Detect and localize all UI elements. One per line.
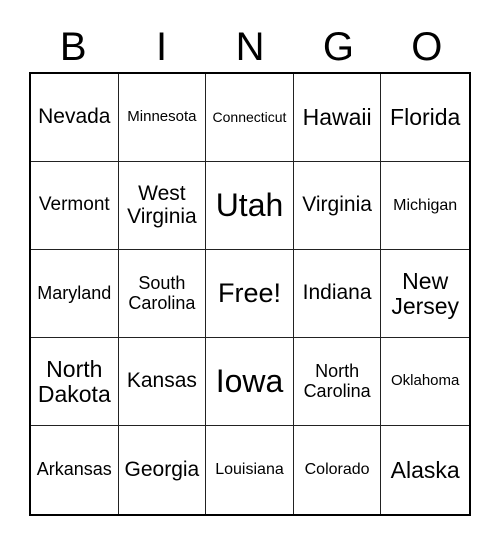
bingo-cell-label: New Jersey (391, 267, 460, 319)
bingo-cell-label: Colorado (304, 461, 370, 479)
bingo-cell[interactable]: Louisiana (206, 426, 294, 514)
bingo-cell[interactable]: Hawaii (293, 74, 382, 162)
bingo-cell-label: Florida (390, 104, 461, 131)
bingo-cell-label: Indiana (302, 281, 372, 305)
bingo-cell[interactable]: Michigan (381, 162, 469, 250)
bingo-cell[interactable]: North Carolina (293, 338, 382, 426)
bingo-cell[interactable]: Arkansas (31, 426, 119, 514)
bingo-cell[interactable]: Virginia (293, 162, 382, 250)
bingo-header-letter-g: G (322, 25, 354, 69)
bingo-cell[interactable]: Iowa (206, 338, 294, 426)
bingo-cell-label: Georgia (124, 457, 200, 481)
bingo-cell[interactable]: Oklahoma (381, 338, 469, 426)
bingo-cell-label: Oklahoma (391, 372, 460, 390)
bingo-cell[interactable]: Kansas (118, 338, 207, 426)
bingo-cell-label: Hawaii (302, 104, 372, 131)
bingo-cell[interactable]: Connecticut (206, 74, 294, 162)
bingo-cell-label: West Virginia (127, 181, 197, 228)
bingo-cell-label: Iowa (215, 363, 284, 400)
bingo-cell[interactable]: South Carolina (118, 250, 207, 338)
bingo-cell[interactable]: Alaska (381, 426, 469, 514)
bingo-cell-label: Maryland (37, 282, 112, 303)
bingo-cell-label: Michigan (393, 196, 458, 214)
bingo-cell-label: Alaska (390, 456, 460, 483)
bingo-header-row: B I N G O (29, 22, 471, 72)
bingo-cell[interactable]: Florida (381, 74, 469, 162)
bingo-cell[interactable]: Colorado (293, 426, 382, 514)
bingo-cell[interactable]: Georgia (118, 426, 207, 514)
bingo-cell-label: Vermont (38, 194, 110, 216)
bingo-cell-label: Arkansas (36, 459, 112, 480)
bingo-cell-label: Virginia (302, 193, 372, 217)
bingo-cell-label: Utah (215, 187, 284, 224)
bingo-cell-label: Nevada (38, 105, 111, 129)
bingo-header-letter-i: I (156, 25, 168, 69)
bingo-header-letter-o: O (411, 25, 443, 69)
bingo-header-letter-b: B (59, 25, 87, 69)
bingo-cell-label: Louisiana (215, 461, 284, 479)
bingo-cell-label: Free! (217, 277, 281, 308)
bingo-cell[interactable]: Free! (206, 250, 294, 338)
bingo-header-letter-n: N (235, 25, 265, 69)
bingo-cell[interactable]: West Virginia (118, 162, 207, 250)
bingo-cell-label: North Carolina (303, 361, 371, 401)
bingo-cell[interactable]: Minnesota (118, 74, 207, 162)
bingo-card: B I N G O Nevada Minnesota Connecticut Hawa… (0, 0, 500, 544)
bingo-cell-label: Minnesota (127, 108, 197, 126)
bingo-cell[interactable]: Vermont (31, 162, 119, 250)
bingo-grid: Nevada Minnesota Connecticut Hawaii Florida V… (29, 72, 471, 516)
bingo-cell-label: Connecticut (212, 108, 287, 125)
bingo-cell[interactable]: Maryland (31, 250, 119, 338)
bingo-cell-label: North Dakota (37, 355, 111, 407)
bingo-cell-label: South Carolina (128, 273, 196, 313)
bingo-cell[interactable]: Indiana (293, 250, 382, 338)
bingo-cell[interactable]: North Dakota (31, 338, 119, 426)
bingo-cell[interactable]: New Jersey (381, 250, 469, 338)
bingo-cell[interactable]: Utah (206, 162, 294, 250)
bingo-cell[interactable]: Nevada (31, 74, 119, 162)
bingo-cell-label: Kansas (126, 369, 197, 393)
